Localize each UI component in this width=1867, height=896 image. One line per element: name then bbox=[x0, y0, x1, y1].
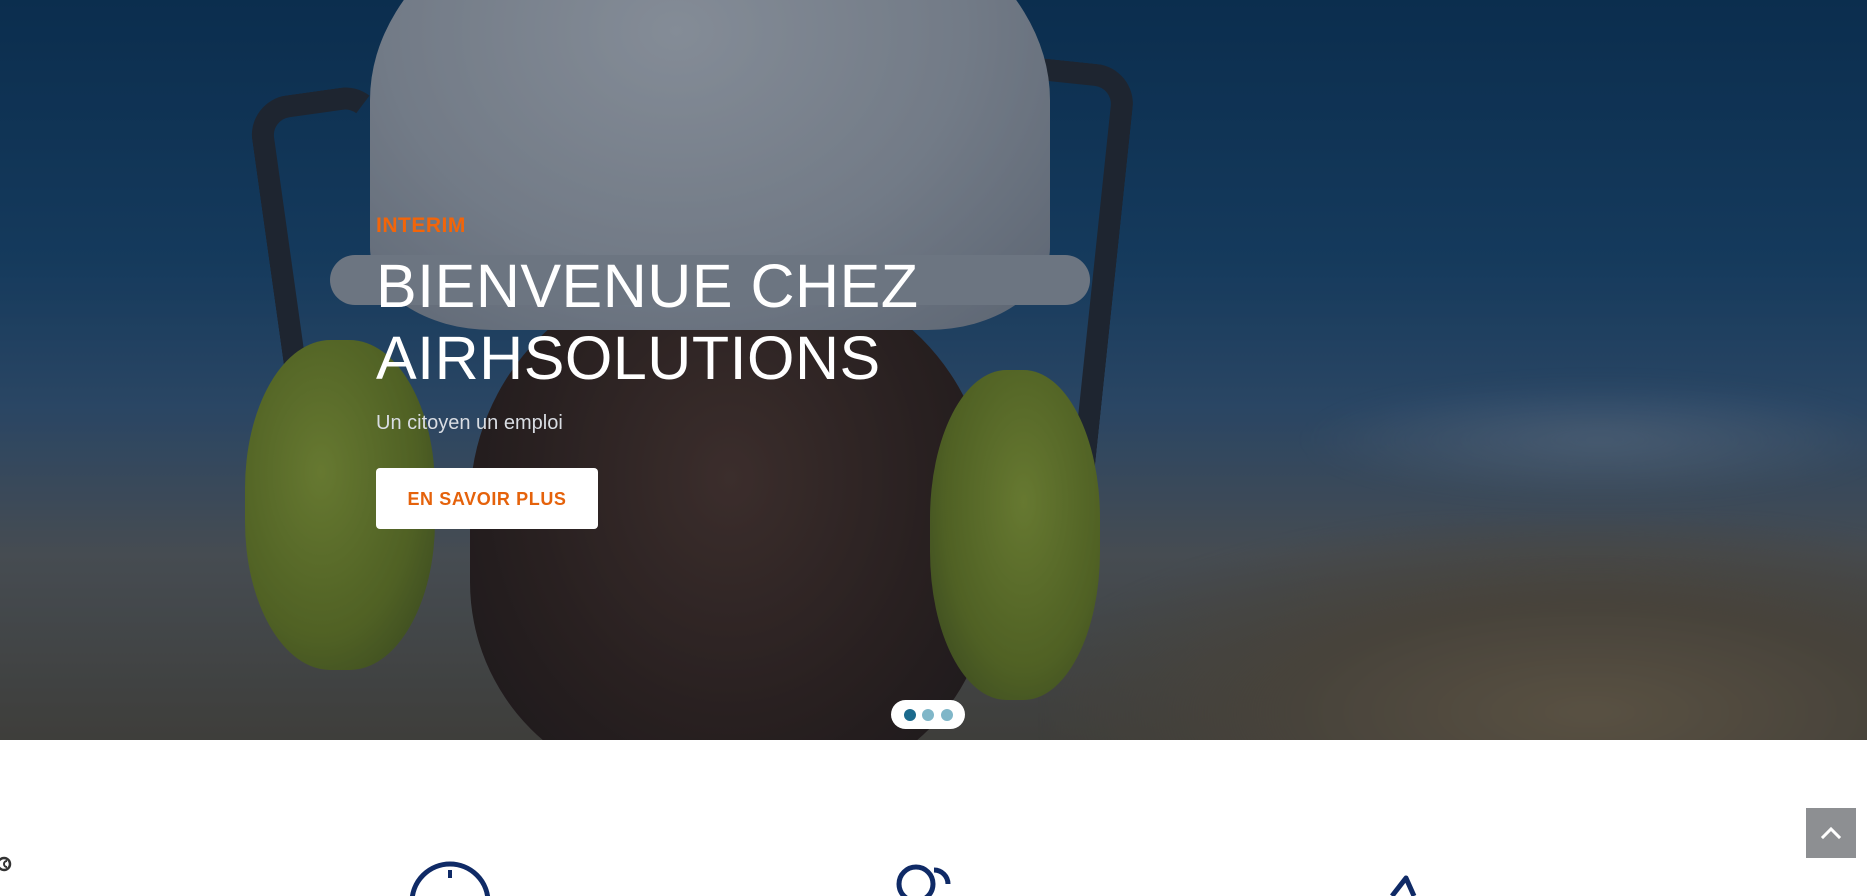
people-icon bbox=[882, 856, 972, 896]
clock-icon bbox=[405, 856, 495, 896]
slider-dot-2[interactable] bbox=[922, 708, 934, 721]
hero-headline-line2: AIRHSOLUTIONS bbox=[376, 324, 881, 392]
hero-headline-line1: BIENVENUE CHEZ bbox=[376, 252, 919, 320]
hero-caption: INTERIM BIENVENUE CHEZ AIRHSOLUTIONS Un … bbox=[376, 214, 1076, 529]
chevron-up-icon bbox=[1821, 826, 1841, 840]
megaphone-icon bbox=[1368, 856, 1458, 896]
hero-headline: BIENVENUE CHEZ AIRHSOLUTIONS bbox=[376, 250, 1076, 394]
hero-kicker: INTERIM bbox=[376, 214, 466, 237]
hero-slider: INTERIM BIENVENUE CHEZ AIRHSOLUTIONS Un … bbox=[0, 0, 1867, 740]
hero-subline: Un citoyen un emploi bbox=[376, 412, 563, 434]
scroll-to-top-button[interactable] bbox=[1806, 808, 1856, 858]
slider-pagination bbox=[891, 700, 965, 729]
slider-dot-3[interactable] bbox=[940, 708, 953, 721]
slider-dot-1[interactable] bbox=[903, 708, 916, 721]
learn-more-button[interactable]: EN SAVOIR PLUS bbox=[376, 468, 598, 529]
copyright-icon bbox=[0, 854, 14, 874]
